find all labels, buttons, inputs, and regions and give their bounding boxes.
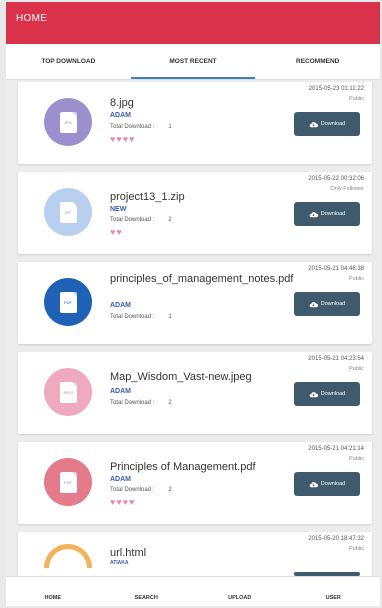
cloud-download-icon: [309, 481, 318, 487]
privacy-label: Public: [349, 546, 364, 552]
file-name[interactable]: url.html: [110, 546, 280, 560]
privacy-label: Public: [349, 366, 364, 372]
tab-top-download[interactable]: TOP DOWNLOAD: [6, 44, 131, 79]
privacy-label: Public: [349, 456, 364, 462]
download-count: Total Download :2: [110, 400, 172, 406]
tab-most-recent[interactable]: MOST RECENT: [130, 44, 256, 79]
nav-home[interactable]: HOME: [6, 577, 100, 606]
file-type-icon: JPEG: [44, 368, 92, 416]
download-count: Total Download :1: [110, 314, 172, 320]
file-name[interactable]: Principles of Management.pdf: [110, 460, 290, 474]
nav-upload[interactable]: UPLOAD: [193, 577, 287, 606]
page-title: HOME: [16, 13, 48, 24]
cloud-download-icon: [309, 121, 318, 127]
file-owner[interactable]: NEW: [110, 206, 126, 213]
file-name[interactable]: Map_Wisdom_Vast-new.jpeg: [110, 370, 280, 384]
cloud-download-icon: [309, 301, 318, 307]
upload-date: 2015-05-20 18:47:32: [308, 536, 364, 542]
file-name[interactable]: 8.jpg: [110, 96, 280, 110]
bottom-nav: HOME SEARCH UPLOAD USER: [6, 576, 380, 606]
file-card[interactable]: ZIP project13_1.zip NEW Total Download :…: [18, 172, 372, 254]
upload-date: 2015-05-23 01:11:22: [308, 86, 364, 92]
file-type-icon: [44, 544, 92, 568]
tab-bar: TOP DOWNLOAD MOST RECENT RECOMMEND: [6, 44, 380, 80]
download-button[interactable]: Download: [294, 472, 360, 496]
rating-hearts: ♥♥♥♥: [110, 134, 136, 144]
file-card[interactable]: JPEG Map_Wisdom_Vast-new.jpeg ADAM Total…: [18, 352, 372, 434]
privacy-label: Only Follower: [330, 186, 364, 192]
file-card[interactable]: JPG 8.jpg ADAM Total Download :1 ♥♥♥♥ 20…: [18, 82, 372, 164]
download-button[interactable]: Download: [294, 292, 360, 316]
file-owner[interactable]: ADAM: [110, 112, 131, 119]
file-owner[interactable]: ADAM: [110, 476, 131, 483]
file-card[interactable]: url.html ATIAKA 2015-05-20 18:47:32 Publ…: [18, 532, 372, 576]
upload-date: 2015-05-22 00:32:06: [308, 176, 364, 182]
nav-search[interactable]: SEARCH: [100, 577, 194, 606]
download-button[interactable]: Download: [294, 202, 360, 226]
file-type-icon: ZIP: [44, 188, 92, 236]
file-card[interactable]: PDF Principles of Management.pdf ADAM To…: [18, 442, 372, 524]
privacy-label: Public: [349, 96, 364, 102]
upload-date: 2015-05-21 04:46:38: [308, 266, 364, 272]
app-screen: HOME TOP DOWNLOAD MOST RECENT RECOMMEND …: [6, 2, 380, 606]
file-owner[interactable]: ADAM: [110, 388, 131, 395]
download-button[interactable]: Download: [294, 112, 360, 136]
cloud-download-icon: [309, 211, 318, 217]
file-owner[interactable]: ATIAKA: [110, 560, 129, 566]
cloud-download-icon: [309, 391, 318, 397]
download-button[interactable]: Download: [294, 382, 360, 406]
download-count: Total Download :1: [110, 124, 172, 130]
tab-recommend[interactable]: RECOMMEND: [255, 44, 380, 79]
rating-hearts: ♥♥: [110, 227, 123, 237]
nav-user[interactable]: USER: [287, 577, 381, 606]
rating-hearts: ♥♥♥♥: [110, 497, 136, 507]
upload-date: 2015-05-21 04:23:54: [308, 356, 364, 362]
app-header: HOME: [6, 2, 380, 44]
file-type-icon: JPG: [44, 98, 92, 146]
privacy-label: Public: [349, 276, 364, 282]
upload-date: 2015-05-21 04:21:14: [308, 446, 364, 452]
file-type-icon: PDF: [44, 458, 92, 506]
file-name[interactable]: principles_of_management_notes.pdf: [110, 272, 293, 286]
file-list: JPG 8.jpg ADAM Total Download :1 ♥♥♥♥ 20…: [6, 82, 380, 576]
download-count: Total Download :2: [110, 487, 172, 493]
file-card[interactable]: PDF principles_of_management_notes.pdf A…: [18, 262, 372, 344]
download-count: Total Download :2: [110, 217, 172, 223]
file-owner[interactable]: ADAM: [110, 302, 131, 309]
file-name[interactable]: project13_1.zip: [110, 190, 280, 204]
file-type-icon: PDF: [44, 278, 92, 326]
